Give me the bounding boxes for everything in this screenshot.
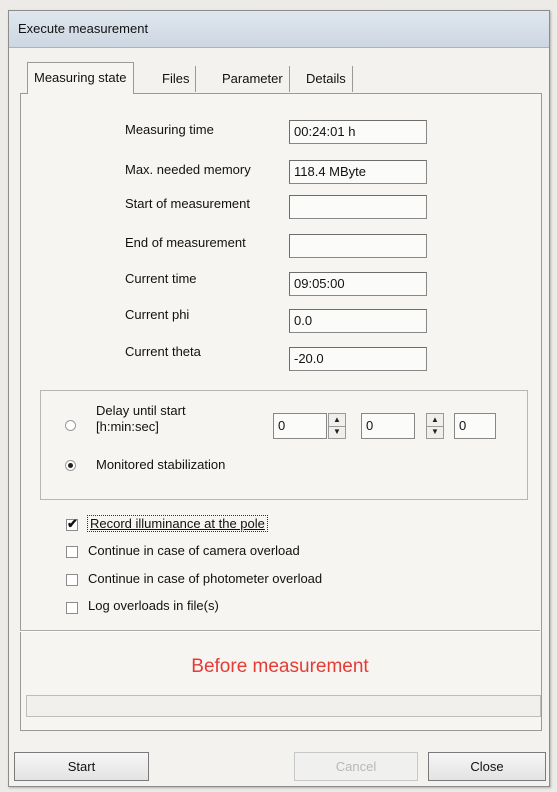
current-time-label: Current time: [125, 271, 197, 286]
monitored-stabilization-label: Monitored stabilization: [96, 457, 226, 472]
cancel-button[interactable]: Cancel: [294, 752, 418, 781]
current-phi-label: Current phi: [125, 307, 190, 322]
tab-parameter[interactable]: Parameter: [216, 66, 290, 92]
delay-until-start-label: Delay until start [h:min:sec]: [96, 403, 186, 435]
delay-minutes-input[interactable]: 0: [361, 413, 415, 439]
current-time-field: 09:05:00: [289, 272, 427, 296]
spin-down-icon[interactable]: ▼: [427, 426, 443, 438]
continue-camera-overload-checkbox[interactable]: [66, 546, 78, 558]
delay-hours-spinner[interactable]: ▲ ▼: [328, 413, 346, 439]
measuring-time-label: Measuring time: [125, 122, 214, 137]
monitored-stabilization-radio[interactable]: [65, 460, 76, 471]
window-title: Execute measurement: [18, 21, 149, 36]
tab-details[interactable]: Details: [300, 66, 353, 92]
log-overloads-checkbox[interactable]: [66, 602, 78, 614]
delay-label-line2: [h:min:sec]: [96, 419, 159, 434]
tab-files[interactable]: Files: [156, 66, 197, 92]
delay-label-line1: Delay until start: [96, 403, 186, 418]
close-button[interactable]: Close: [428, 752, 546, 781]
continue-photometer-overload-checkbox[interactable]: [66, 574, 78, 586]
start-of-measurement-field: [289, 195, 427, 219]
title-bar: Execute measurement: [9, 11, 549, 48]
end-of-measurement-label: End of measurement: [125, 235, 246, 250]
record-illuminance-checkbox[interactable]: ✔: [66, 516, 78, 531]
progress-status-bar: [26, 695, 541, 717]
tab-measuring-state[interactable]: Measuring state: [27, 62, 134, 94]
delay-until-start-radio[interactable]: [65, 420, 76, 431]
end-of-measurement-field: [289, 234, 427, 258]
measurement-status-text: Before measurement: [191, 656, 369, 677]
current-phi-field: 0.0: [289, 309, 427, 333]
continue-camera-overload-label[interactable]: Continue in case of camera overload: [88, 543, 300, 558]
spin-down-icon[interactable]: ▼: [329, 426, 345, 438]
record-illuminance-label[interactable]: Record illuminance at the pole: [87, 515, 268, 532]
checkmark-icon: ✔: [67, 516, 78, 531]
current-theta-label: Current theta: [125, 344, 201, 359]
measuring-time-field: 00:24:01 h: [289, 120, 427, 144]
max-memory-label: Max. needed memory: [125, 162, 251, 177]
start-of-measurement-label: Start of measurement: [125, 196, 250, 211]
separator: [20, 630, 540, 632]
log-overloads-label[interactable]: Log overloads in file(s): [88, 598, 219, 613]
max-memory-field: 118.4 MByte: [289, 160, 427, 184]
continue-photometer-overload-label[interactable]: Continue in case of photometer overload: [88, 571, 322, 586]
delay-minutes-spinner[interactable]: ▲ ▼: [426, 413, 444, 439]
delay-seconds-input[interactable]: 0: [454, 413, 496, 439]
start-button[interactable]: Start: [14, 752, 149, 781]
delay-hours-input[interactable]: 0: [273, 413, 327, 439]
current-theta-field: -20.0: [289, 347, 427, 371]
